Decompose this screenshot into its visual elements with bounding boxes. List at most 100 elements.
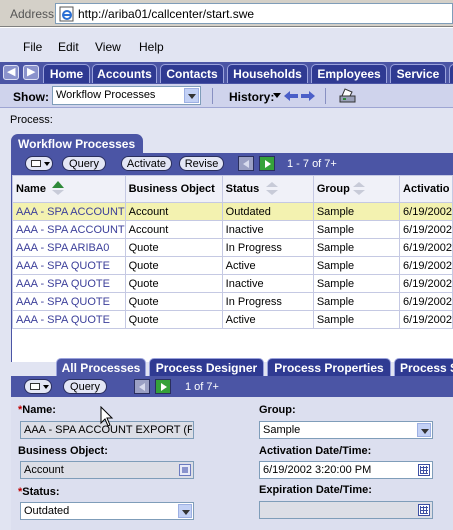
form-query-button[interactable]: Query (63, 379, 107, 394)
tab-service[interactable]: Service (390, 64, 446, 83)
query-button[interactable]: Query (62, 156, 106, 171)
cell-group: Sample (312, 274, 401, 293)
tabs-back-icon[interactable]: ◀ (3, 65, 19, 80)
activation-datetime-field[interactable]: 6/19/2002 3:20:00 PM (259, 461, 433, 479)
cell-activation: 6/19/2002 (399, 274, 453, 293)
cell-name[interactable]: AAA - SPA QUOTE (12, 256, 126, 275)
tab-home[interactable]: Home (43, 64, 90, 83)
table-row[interactable]: AAA - SPA ACCOUNT Account Outdated Sample 6/… (12, 202, 453, 221)
address-url: http://ariba01/callcenter/start.swe (78, 7, 255, 21)
sitemap-icon[interactable] (339, 88, 356, 103)
siebel-app: File Edit View Help ◀ ▶ Home Accounts Co… (0, 28, 453, 530)
table-row[interactable]: AAA - SPA QUOTE Quote Inactive Sample 6/19/2… (12, 274, 453, 293)
sort-icon[interactable] (352, 182, 366, 196)
history-label[interactable]: History: (229, 90, 274, 104)
next-record-icon[interactable] (155, 379, 171, 394)
column-header-name[interactable]: Name (12, 175, 126, 203)
show-view-select[interactable]: Workflow Processes (52, 86, 201, 105)
calendar-icon[interactable] (418, 504, 430, 516)
table-header-row: Name Business Object Status Group Activa… (12, 175, 453, 203)
status-select[interactable]: Outdated (20, 502, 194, 520)
sort-icon[interactable] (265, 182, 279, 196)
column-label: Activatio (403, 183, 450, 195)
cell-status: Active (221, 310, 314, 329)
cell-group: Sample (312, 256, 401, 275)
address-input[interactable]: http://ariba01/callcenter/start.swe (55, 3, 453, 24)
tab-process-overflow[interactable]: Process S (394, 358, 453, 378)
cell-activation: 6/19/2002 (399, 202, 453, 221)
menu-help[interactable]: Help (139, 40, 164, 54)
revise-button[interactable]: Revise (179, 156, 224, 171)
cell-name[interactable]: AAA - SPA ACCOUNT (12, 202, 126, 221)
cell-activation: 6/19/2002 (399, 256, 453, 275)
show-label: Show: (13, 90, 49, 104)
cell-status: In Progress (221, 292, 314, 311)
column-header-status[interactable]: Status (221, 175, 314, 203)
business-object-field[interactable]: Account (20, 461, 194, 479)
chevron-down-icon (178, 504, 192, 518)
chevron-down-icon (184, 88, 199, 103)
cell-business-object: Quote (124, 310, 223, 329)
tab-households[interactable]: Households (227, 64, 308, 83)
applet-menu-button[interactable] (25, 156, 53, 171)
table-row[interactable]: AAA - SPA QUOTE Quote Active Sample 6/19/200… (12, 256, 453, 275)
cell-group: Sample (312, 310, 401, 329)
calendar-icon[interactable] (418, 464, 430, 476)
group-select[interactable]: Sample (259, 421, 433, 439)
activate-button[interactable]: Activate (121, 156, 172, 171)
record-count: 1 - 7 of 7+ (287, 158, 337, 170)
next-record-icon[interactable] (259, 156, 275, 171)
menu-edit[interactable]: Edit (58, 40, 79, 54)
cell-name[interactable]: AAA - SPA QUOTE (12, 310, 126, 329)
cell-activation: 6/19/2002 (399, 220, 453, 239)
cell-name[interactable]: AAA - SPA QUOTE (12, 292, 126, 311)
menu-icon (31, 160, 41, 167)
column-header-activation[interactable]: Activatio (399, 175, 453, 203)
show-bar: Show: Workflow Processes History: (0, 84, 453, 108)
column-label: Status (225, 183, 260, 195)
tab-all-processes[interactable]: All Processes (56, 358, 146, 378)
tab-process-designer[interactable]: Process Designer (149, 358, 264, 378)
table-row[interactable]: AAA - SPA ARIBA0 Quote In Progress Sample 6/… (12, 238, 453, 257)
previous-record-icon[interactable] (134, 379, 150, 394)
table-row[interactable]: AAA - SPA QUOTE Quote Active Sample 6/19/200… (12, 310, 453, 329)
expiration-label: Expiration Date/Time: (259, 484, 372, 496)
forward-arrow-icon[interactable] (300, 89, 316, 103)
sort-ascending-icon[interactable] (51, 181, 65, 196)
activation-label: Activation Date/Time: (259, 445, 372, 457)
tab-contacts[interactable]: Contacts (160, 64, 224, 83)
column-label: Name (16, 183, 46, 195)
column-header-group[interactable]: Group (312, 175, 401, 203)
menu-file[interactable]: File (23, 40, 42, 54)
cell-business-object: Quote (124, 238, 223, 257)
table-row[interactable]: AAA - SPA ACCOUNT Account Inactive Sample 6/… (12, 220, 453, 239)
status-value: Outdated (24, 505, 70, 517)
cell-name[interactable]: AAA - SPA ACCOUNT (12, 220, 126, 239)
cell-group: Sample (312, 238, 401, 257)
column-header-business-object[interactable]: Business Object (124, 175, 223, 203)
history-dropdown-icon[interactable] (273, 93, 281, 99)
tab-accounts[interactable]: Accounts (92, 64, 157, 83)
cell-activation: 6/19/2002 (399, 310, 453, 329)
tab-process-properties[interactable]: Process Properties (267, 358, 391, 378)
back-arrow-icon[interactable] (283, 89, 299, 103)
previous-record-icon[interactable] (238, 156, 254, 171)
cell-name[interactable]: AAA - SPA QUOTE (12, 274, 126, 293)
cell-business-object: Quote (124, 292, 223, 311)
menu-bar: File Edit View Help (0, 36, 453, 58)
table-row[interactable]: AAA - SPA QUOTE Quote In Progress Sample 6/1… (12, 292, 453, 311)
form-menu-button[interactable] (24, 379, 52, 394)
cell-group: Sample (312, 202, 401, 221)
cell-name[interactable]: AAA - SPA ARIBA0 (12, 238, 126, 257)
tab-overflow[interactable] (449, 64, 453, 83)
pick-list-icon[interactable] (179, 464, 191, 476)
cell-group: Sample (312, 292, 401, 311)
business-object-value: Account (24, 464, 64, 476)
expiration-datetime-field[interactable] (259, 501, 433, 519)
tab-employees[interactable]: Employees (311, 64, 387, 83)
tabs-forward-icon[interactable]: ▶ (23, 65, 39, 80)
cell-activation: 6/19/2002 (399, 292, 453, 311)
menu-view[interactable]: View (95, 40, 121, 54)
cell-business-object: Quote (124, 274, 223, 293)
process-label: Process: (10, 114, 53, 126)
